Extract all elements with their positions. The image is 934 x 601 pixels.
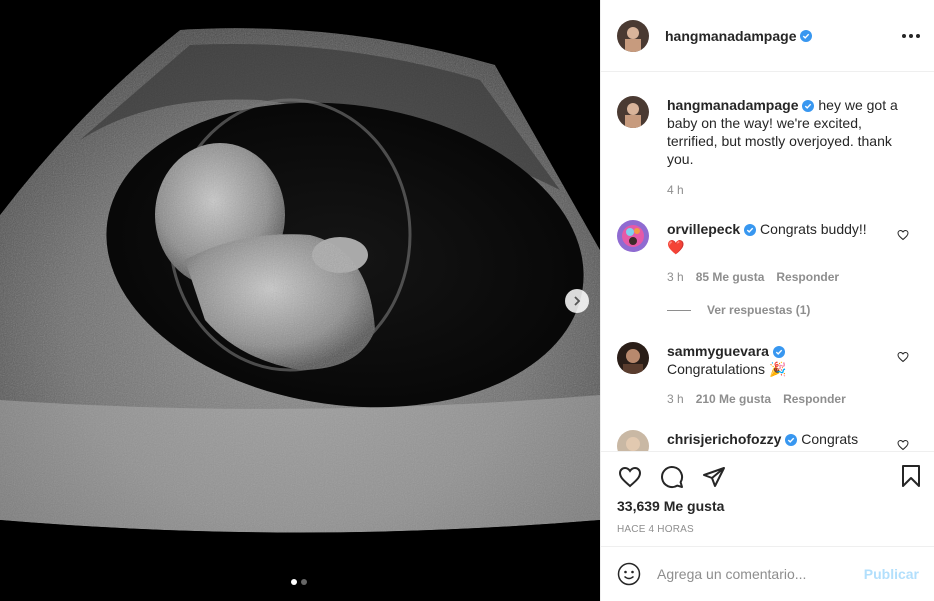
- comment-text: Congratulations: [667, 361, 766, 377]
- comment-item: sammyguevara Congratulations 🎉: [617, 342, 923, 378]
- post-side-panel: hangmanadampage hangmanadampage hey we g…: [600, 0, 934, 601]
- post-caption: hangmanadampage hey we got a baby on the…: [617, 96, 923, 168]
- comment-username[interactable]: chrisjerichofozzy: [667, 431, 781, 447]
- verified-icon: [772, 346, 785, 358]
- comment-like-icon[interactable]: [897, 351, 909, 363]
- likes-count[interactable]: 33,639 Me gusta: [617, 498, 724, 514]
- like-button[interactable]: [617, 464, 643, 490]
- caption-meta: 4 h: [667, 183, 684, 197]
- emoji-icon[interactable]: [617, 562, 641, 586]
- next-slide-button[interactable]: [565, 289, 589, 313]
- comment-meta: 3 h 85 Me gusta Responder: [667, 270, 839, 284]
- more-icon: [902, 34, 906, 38]
- comment-text: Congrats buddy!!: [760, 221, 867, 237]
- comment-emoji: ❤️: [667, 239, 685, 255]
- verified-icon: [744, 224, 757, 236]
- avatar-image: [617, 19, 649, 52]
- reply-button[interactable]: Responder: [783, 392, 846, 406]
- heart-icon: [618, 466, 642, 488]
- caption-username[interactable]: hangmanadampage: [667, 97, 798, 113]
- more-options-button[interactable]: [901, 27, 921, 45]
- ultrasound-image: [0, 0, 600, 601]
- post-timestamp[interactable]: HACE 4 HORAS: [617, 524, 694, 535]
- comment-avatar[interactable]: [617, 220, 649, 252]
- comment-item: orvillepeck Congrats buddy!! ❤️: [617, 220, 923, 256]
- carousel-indicator: [291, 579, 307, 585]
- share-icon: [703, 467, 725, 487]
- comment-input[interactable]: [657, 566, 857, 582]
- verified-icon: [802, 100, 815, 112]
- comment-item: chrisjerichofozzy Congrats: [617, 430, 923, 451]
- replies-line: [667, 309, 691, 311]
- reply-button[interactable]: Responder: [776, 270, 839, 284]
- publish-button[interactable]: Publicar: [864, 566, 919, 582]
- author-username[interactable]: hangmanadampage: [665, 28, 796, 44]
- comment-like-icon[interactable]: [897, 229, 909, 241]
- caption-avatar[interactable]: [617, 96, 649, 128]
- comment-username[interactable]: sammyguevara: [667, 343, 769, 359]
- comment-time[interactable]: 3 h: [667, 270, 684, 284]
- author-avatar[interactable]: [617, 19, 649, 52]
- carousel-dot: [301, 579, 307, 585]
- comment-avatar[interactable]: [617, 342, 649, 374]
- bookmark-icon: [902, 465, 920, 487]
- comment-time[interactable]: 3 h: [667, 392, 684, 406]
- verified-icon: [785, 434, 798, 446]
- caption-time[interactable]: 4 h: [667, 183, 684, 197]
- comments-list[interactable]: hangmanadampage hey we got a baby on the…: [601, 73, 934, 451]
- comment-text: Congrats: [801, 431, 859, 447]
- comment-meta: 3 h 210 Me gusta Responder: [667, 392, 846, 406]
- comment-likes[interactable]: 85 Me gusta: [696, 270, 765, 284]
- comment-username[interactable]: orvillepeck: [667, 221, 740, 237]
- chevron-right-icon: [574, 296, 581, 306]
- comment-avatar[interactable]: [617, 430, 649, 451]
- post-media: [0, 0, 600, 601]
- post-header: hangmanadampage: [601, 0, 934, 72]
- comment-composer: Publicar: [601, 546, 934, 601]
- carousel-dot-active: [291, 579, 297, 585]
- share-button[interactable]: [701, 464, 727, 490]
- verified-icon: [800, 29, 813, 42]
- save-button[interactable]: [899, 464, 923, 491]
- view-replies-button[interactable]: Ver respuestas (1): [667, 303, 810, 317]
- comment-like-icon[interactable]: [897, 439, 909, 451]
- comment-emoji: 🎉: [768, 361, 787, 377]
- view-replies-label: Ver respuestas (1): [707, 303, 811, 317]
- comment-button[interactable]: [659, 464, 685, 490]
- comment-icon: [661, 466, 684, 489]
- comment-likes[interactable]: 210 Me gusta: [696, 392, 771, 406]
